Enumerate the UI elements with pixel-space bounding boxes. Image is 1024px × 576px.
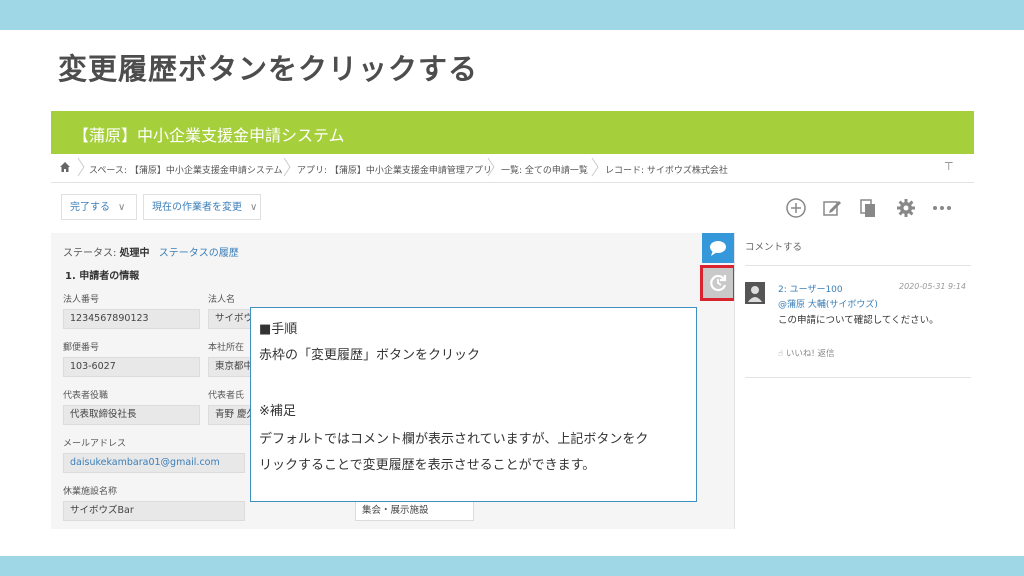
app-title: 【蒲原】中小企業支援金申請システム [73,126,345,145]
representative-name-label: 代表者氏 [208,391,245,401]
postal-code-field: 103-6027 [63,357,200,377]
breadcrumb-space[interactable]: スペース: 【蒲原】中小企業支援金申請システム [89,163,283,176]
comment-input[interactable]: コメントする [745,237,971,266]
corporate-name-label: 法人名 [208,295,236,305]
comment-tab-button[interactable] [702,233,734,263]
chevron-down-icon: ∨ [118,202,126,213]
email-label: メールアドレス [63,439,127,449]
avatar [745,282,765,304]
status-label: ステータス: [63,248,117,259]
change-assignee-label: 現在の作業者を変更 [152,202,242,213]
section-title: 1. 申請者の情報 [65,271,140,282]
add-record-icon[interactable] [785,197,807,219]
representative-title-field: 代表取締役社長 [63,405,200,425]
top-band [0,0,1024,30]
corporate-number-label: 法人番号 [63,295,100,305]
facility-name-field: サイボウズBar [63,501,245,521]
record-toolbar: 完了する ∨ 現在の作業者を変更 ∨ [51,183,974,233]
comment-user[interactable]: 2: ユーザー100 [778,282,843,295]
note-supplement-heading: ※補足 [259,404,296,419]
comment-body: この申請について確認してください。 [778,315,939,326]
comment-item: 2: ユーザー100 2020-05-31 9:14 @蒲原 大輔(サイボウズ)… [745,277,971,378]
note-step: 赤枠の「変更履歴」ボタンをクリック [259,348,481,363]
address-label: 本社所在 [208,343,245,353]
breadcrumb-separator-icon [77,157,85,177]
note-supplement-line2: リックすることで変更履歴を表示させることができます。 [259,458,596,473]
breadcrumb: スペース: 【蒲原】中小企業支援金申請システム アプリ: 【蒲原】中小企業支援金… [51,154,974,183]
app-header: 【蒲原】中小企業支援金申請システム [51,111,974,154]
corporate-number-field: 1234567890123 [63,309,200,329]
comment-actions[interactable]: ☝ いいね! 返信 [778,347,835,359]
breadcrumb-separator-icon [487,157,495,177]
bottom-band [0,556,1024,576]
gear-icon[interactable] [895,197,917,219]
note-heading: ■手順 [259,322,298,337]
comment-input-placeholder: コメントする [745,242,803,253]
slide-title: 変更履歴ボタンをクリックする [58,52,479,86]
status-line: ステータス: 処理中 ステータスの履歴 [63,244,239,259]
breadcrumb-record: レコード: サイボウズ株式会社 [605,166,728,176]
facility-name-label: 休業施設名称 [63,487,118,497]
breadcrumb-view[interactable]: 一覧: 全ての申請一覧 [501,163,588,176]
edit-icon[interactable] [821,197,843,219]
complete-button[interactable]: 完了する ∨ [61,194,137,220]
postal-code-label: 郵便番号 [63,343,100,353]
comment-date: 2020-05-31 9:14 [899,282,966,291]
duplicate-icon[interactable] [857,197,879,219]
status-value: 処理中 [119,248,150,259]
pin-icon[interactable]: ⊤ [944,160,954,173]
status-history-link[interactable]: ステータスの履歴 [159,248,239,259]
comment-panel: コメントする 2: ユーザー100 2020-05-31 9:14 @蒲原 大輔… [734,233,974,529]
email-field: daisukekambara01@gmail.com [63,453,245,473]
note-supplement-line1: デフォルトではコメント欄が表示されていますが、上記ボタンをク [259,432,649,447]
more-options-icon[interactable] [931,197,953,219]
history-icon [710,274,727,292]
chevron-down-icon: ∨ [250,202,258,213]
complete-button-label: 完了する [70,202,110,213]
change-history-button[interactable] [700,265,736,301]
instruction-note: ■手順 赤枠の「変更履歴」ボタンをクリック ※補足 デフォルトではコメント欄が表… [250,307,697,502]
speech-bubble-icon [710,241,726,256]
change-assignee-button[interactable]: 現在の作業者を変更 ∨ [143,194,261,220]
comment-mention[interactable]: @蒲原 大輔(サイボウズ) [778,297,878,310]
home-icon[interactable] [59,161,71,173]
breadcrumb-app[interactable]: アプリ: 【蒲原】中小企業支援金申請管理アプリ [297,163,492,176]
like-icon: ☝ [778,349,784,359]
comment-actions-label: いいね! 返信 [785,349,835,359]
facility-type-field: 集会・展示施設 [355,501,474,521]
representative-title-label: 代表者役職 [63,391,109,401]
breadcrumb-separator-icon [283,157,291,177]
breadcrumb-separator-icon [591,157,599,177]
